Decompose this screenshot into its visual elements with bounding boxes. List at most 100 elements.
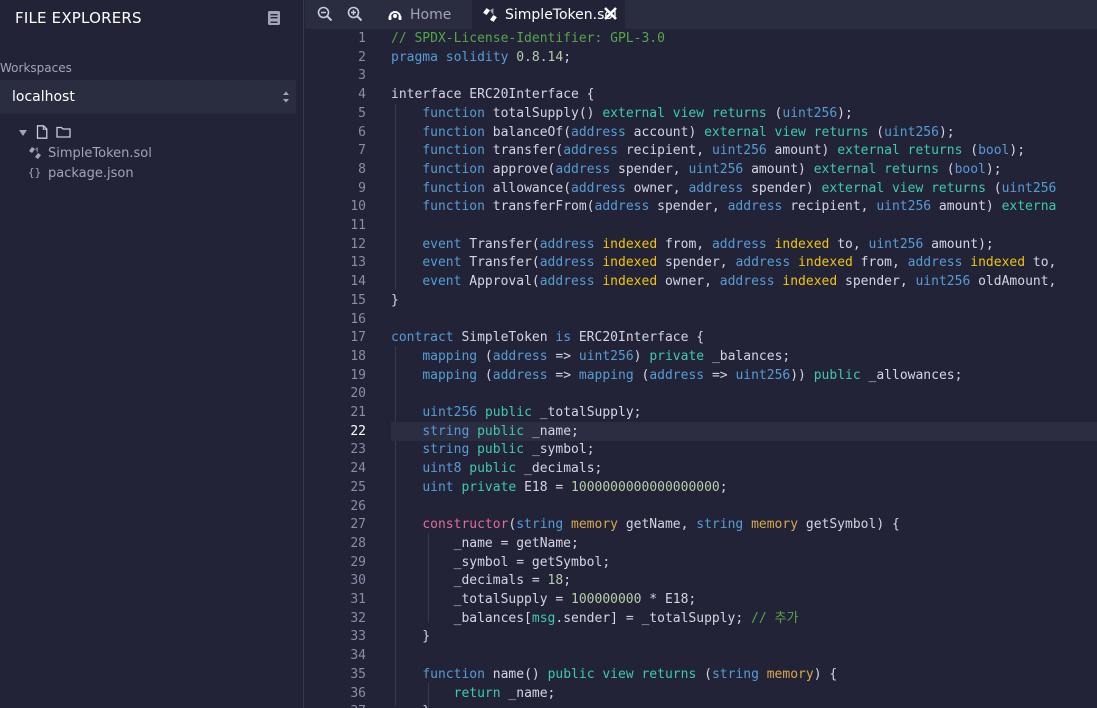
code-token: balanceOf( (484, 124, 572, 140)
code-line[interactable]: _totalSupply = 100000000 * E18; (391, 590, 1097, 609)
new-file-icon[interactable] (36, 125, 48, 139)
panel-title: FILE EXPLORERS (15, 9, 142, 27)
code-token: indexed (774, 236, 830, 252)
code-line[interactable] (391, 310, 1097, 329)
code-line[interactable]: uint private E18 = 1000000000000000000; (391, 478, 1097, 497)
line-number: 32 (350, 610, 366, 626)
code-token: _balances[ (391, 610, 532, 626)
close-icon[interactable] (603, 6, 618, 21)
code-line[interactable]: } (391, 291, 1097, 310)
code-line[interactable]: contract SimpleToken is ERC20Interface { (391, 328, 1097, 347)
file-item-simpletoken[interactable]: SimpleToken.sol (28, 144, 152, 162)
code-token: ); (1009, 143, 1026, 159)
code-token: ( (766, 105, 783, 121)
code-line[interactable]: uint256 public _totalSupply; (391, 403, 1097, 422)
code-token: external view returns (602, 105, 767, 121)
line-number: 1 (358, 31, 366, 46)
workspaces-label: Workspaces (0, 61, 72, 75)
code-line[interactable]: event Transfer(address indexed from, add… (391, 235, 1097, 254)
code-line[interactable]: interface ERC20Interface { (391, 85, 1097, 104)
code-token: uint256 (735, 367, 791, 383)
tab-home[interactable]: Home (383, 0, 471, 29)
code-token: ; (563, 49, 572, 65)
code-line[interactable]: function name() public view returns (str… (391, 665, 1097, 684)
tab-simpletoken[interactable]: SimpleToken.sol (472, 0, 625, 29)
code-line[interactable]: constructor(string memory getName, strin… (391, 515, 1097, 534)
code-line[interactable]: _decimals = 18; (391, 571, 1097, 590)
file-name: package.json (48, 165, 134, 181)
solidity-icon (29, 147, 41, 159)
code-line[interactable]: function allowance(address owner, addres… (391, 179, 1097, 198)
code-token: } (391, 629, 431, 645)
code-token: spender, (610, 161, 689, 177)
zoom-out-icon[interactable] (316, 5, 334, 23)
code-line[interactable] (391, 497, 1097, 516)
code-token: spender, (837, 274, 916, 290)
caret-down-icon[interactable] (18, 129, 28, 137)
line-number: 25 (350, 479, 366, 495)
code-line[interactable] (391, 66, 1097, 85)
code-line[interactable]: _symbol = getSymbol; (391, 553, 1097, 572)
code-line[interactable]: function approve(address spender, uint25… (391, 160, 1097, 179)
workspace-select[interactable]: localhost (0, 80, 296, 114)
code-token: recipient, (618, 143, 712, 159)
code-line[interactable]: } (391, 702, 1097, 708)
code-line[interactable] (391, 646, 1097, 665)
code-line[interactable]: event Approval(address indexed owner, ad… (391, 272, 1097, 291)
code-line[interactable]: function transfer(address recipient, uin… (391, 141, 1097, 160)
code-token: ( (868, 124, 885, 140)
code-line[interactable]: string public _symbol; (391, 440, 1097, 459)
code-token: totalSupply() (484, 105, 603, 121)
code-token: address (735, 255, 791, 271)
code-token: ( (477, 348, 493, 364)
code-token: indexed (602, 236, 658, 252)
code-token: to, (1025, 255, 1057, 271)
code-token: uint256 (915, 274, 971, 290)
code-token: _balances; (704, 348, 791, 364)
code-line[interactable]: function totalSupply() external view ret… (391, 104, 1097, 123)
code-line[interactable]: pragma solidity 0.8.14; (391, 48, 1097, 67)
code-token: from, (852, 255, 908, 271)
code-line[interactable] (391, 384, 1097, 403)
file-item-package-json[interactable]: {} package.json (28, 164, 134, 182)
workspace-selected-value: localhost (12, 89, 75, 105)
code-editor[interactable]: // SPDX-License-Identifier: GPL-3.0 pragm… (391, 29, 1097, 708)
book-icon[interactable] (267, 10, 281, 26)
code-token: ( (985, 180, 1002, 196)
line-number: 13 (350, 255, 366, 271)
new-folder-icon[interactable] (56, 126, 71, 138)
code-line[interactable]: _balances[msg.sender] = _totalSupply; //… (391, 609, 1097, 628)
code-line[interactable]: mapping (address => mapping (address => … (391, 366, 1097, 385)
line-number-gutter: 1 2 3 4 5 6 7 8 9 10 11 12 13 14 15 16 17 18 19 20 21 22 23 24 2… (305, 29, 377, 708)
code-line[interactable]: _name = getName; (391, 534, 1097, 553)
code-token: ( (696, 666, 712, 682)
zoom-in-icon[interactable] (346, 5, 364, 23)
code-token: address (907, 255, 963, 271)
code-line[interactable]: function balanceOf(address account) exte… (391, 123, 1097, 142)
line-number: 30 (350, 573, 366, 589)
code-line[interactable] (391, 216, 1097, 235)
code-token: spender) (743, 180, 822, 196)
code-line[interactable]: } (391, 627, 1097, 646)
code-line[interactable]: event Transfer(address indexed spender, … (391, 253, 1097, 272)
code-line[interactable]: mapping (address => uint256) private _ba… (391, 347, 1097, 366)
line-number: 11 (350, 218, 366, 233)
code-line[interactable]: uint8 public _decimals; (391, 459, 1097, 478)
code-token: => (547, 367, 579, 383)
code-line[interactable]: return _name; (391, 684, 1097, 703)
code-token: function (422, 105, 485, 121)
code-line[interactable]: string public _name; (391, 421, 1097, 441)
code-line[interactable]: // SPDX-License-Identifier: GPL-3.0 (391, 29, 1097, 48)
code-line[interactable]: function transferFrom(address spender, a… (391, 197, 1097, 216)
code-token: indexed (602, 274, 658, 290)
code-token: ( (633, 367, 650, 383)
